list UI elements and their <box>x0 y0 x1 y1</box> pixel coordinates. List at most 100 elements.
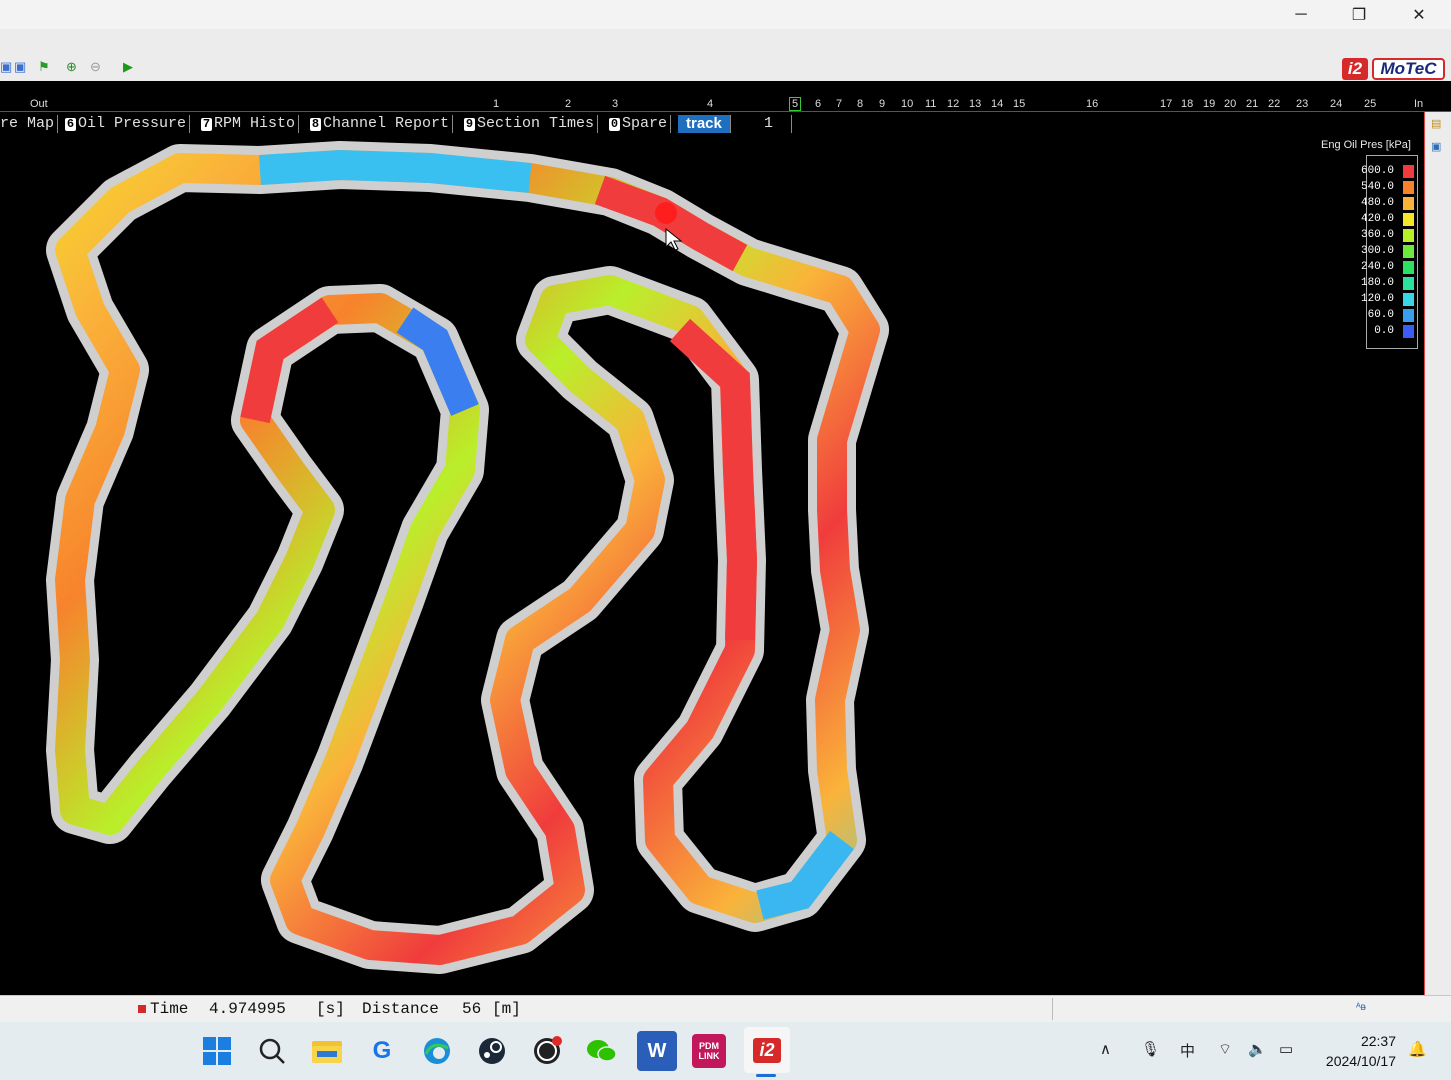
tab-section-times[interactable]: 9 Section Times <box>464 115 599 133</box>
ruler-in-label: In <box>1414 98 1424 110</box>
tab-number: 8 <box>310 117 321 131</box>
battery-icon[interactable]: ▭ <box>1279 1040 1293 1058</box>
ruler-marker: 3 <box>612 98 619 110</box>
obs-logo-icon <box>534 1036 562 1064</box>
legend-label: 540.0 <box>1360 181 1394 193</box>
start-icon[interactable] <box>197 1031 237 1071</box>
pdm-link-icon[interactable]: PDM LINK <box>692 1034 726 1068</box>
legend-swatch <box>1403 197 1414 210</box>
tab-channel-report[interactable]: 8 Channel Report <box>310 115 454 133</box>
chevron-up-icon[interactable]: ∧ <box>1100 1040 1111 1058</box>
zoom-out-icon[interactable]: ⊖ <box>90 59 101 75</box>
edge-icon[interactable] <box>417 1031 457 1071</box>
ime-indicator[interactable]: 中 <box>1180 1040 1195 1061</box>
legend-label: 360.0 <box>1360 229 1394 241</box>
distance-unit: [m] <box>492 1000 521 1018</box>
toolbar-divider <box>0 81 1451 97</box>
clock[interactable]: 22:37 2024/10/17 <box>1310 1031 1396 1071</box>
tab-number: 7 <box>201 117 212 131</box>
legend-label: 180.0 <box>1360 277 1394 289</box>
tab-label: Channel Report <box>323 115 450 132</box>
ruler-marker: 7 <box>836 98 843 110</box>
spell-check-icon[interactable]: ᴬᴃ <box>1356 1002 1366 1013</box>
wifi-icon[interactable]: ⌔ <box>1218 1040 1232 1059</box>
car-position-marker[interactable] <box>655 202 677 224</box>
title-bar: ─ ❐ ✕ <box>0 0 1451 29</box>
microphone-icon[interactable]: 🎙 <box>1141 1040 1160 1058</box>
tab-number: 6 <box>65 117 76 131</box>
tab-label: RPM Histo <box>214 115 296 132</box>
ruler-marker: 17 <box>1160 98 1173 110</box>
folder-icon <box>312 1041 342 1063</box>
obs-icon[interactable] <box>527 1031 567 1071</box>
ruler-marker: 4 <box>707 98 714 110</box>
legend-label: 600.0 <box>1360 165 1394 177</box>
ruler-marker: 15 <box>1013 98 1026 110</box>
save-icon[interactable]: ▣ <box>0 59 12 75</box>
filter-icon[interactable]: ⚑ <box>38 59 50 75</box>
wechat-icon[interactable] <box>582 1031 622 1071</box>
legend-label: 420.0 <box>1360 213 1394 225</box>
ruler-marker: 18 <box>1181 98 1194 110</box>
ruler-marker: 1 <box>493 98 500 110</box>
ruler-marker: 19 <box>1203 98 1216 110</box>
play-icon[interactable]: ▶ <box>123 59 133 75</box>
oil-pressure-low-segment <box>259 149 532 193</box>
export-icon[interactable]: ▣ <box>14 59 26 75</box>
section-ruler[interactable]: Out 1 2 3 4 5 6 7 8 9 10 11 12 13 14 15 … <box>0 97 1451 112</box>
ruler-marker-current: 5 <box>789 97 802 111</box>
minimize-button[interactable]: ─ <box>1278 0 1324 29</box>
search-icon[interactable] <box>252 1031 292 1071</box>
tab-1[interactable]: 1 <box>742 115 792 133</box>
legend-swatch <box>1403 181 1414 194</box>
worksheet-tabs: re Map 6 Oil Pressure 7 RPM Histo 8 Channel… <box>0 112 1424 134</box>
zoom-in-icon[interactable]: ⊕ <box>66 59 77 75</box>
edge-logo-icon <box>424 1038 450 1064</box>
tab-spare[interactable]: 0 Spare <box>609 115 672 133</box>
windows-logo-icon <box>203 1037 231 1065</box>
oil-pressure-high-segment <box>669 318 758 641</box>
ruler-marker: 2 <box>565 98 572 110</box>
i2-app-label: i2 <box>753 1037 781 1063</box>
i2-app-icon[interactable]: i2 <box>744 1027 790 1073</box>
volume-icon[interactable]: 🔈 <box>1248 1040 1267 1058</box>
restore-button[interactable]: ❐ <box>1336 0 1382 29</box>
toolbar: ▣ ▣ ⚑ ⊕ ⊖ ▶ 1x ⌄ i2 MoTeC <box>0 29 1451 104</box>
ruler-marker: 8 <box>857 98 864 110</box>
ruler-marker: 14 <box>991 98 1004 110</box>
tab-number: 0 <box>609 117 620 131</box>
tab-label: re Map <box>0 115 55 132</box>
ruler-marker: 22 <box>1268 98 1281 110</box>
time-marker-icon <box>138 1005 146 1013</box>
notification-icon[interactable]: 🔔 <box>1408 1040 1427 1058</box>
active-app-indicator <box>756 1074 776 1077</box>
legend-label: 480.0 <box>1360 197 1394 209</box>
legend-label: 120.0 <box>1360 293 1394 305</box>
word-icon[interactable]: W <box>637 1031 677 1071</box>
time-value: 4.974995 <box>209 1000 286 1018</box>
steam-icon[interactable] <box>472 1031 512 1071</box>
properties-icon[interactable]: ▤ <box>1431 117 1445 130</box>
tab-track[interactable]: track <box>678 115 731 133</box>
i2-logo: i2 <box>1342 58 1368 80</box>
clock-time: 22:37 <box>1360 1033 1396 1049</box>
tab-tyre-map[interactable]: re Map <box>0 115 59 133</box>
tab-rpm-histo[interactable]: 7 RPM Histo <box>201 115 300 133</box>
ruler-marker: 11 <box>925 98 937 110</box>
legend-swatch <box>1403 229 1414 242</box>
legend-title: Eng Oil Pres [kPa] <box>1321 139 1411 151</box>
time-unit: [s] <box>316 1000 345 1018</box>
track-map-panel[interactable]: Eng Oil Pres [kPa] 600.0 540.0 480.0 420.0 3… <box>0 134 1424 995</box>
file-explorer-icon[interactable] <box>307 1031 347 1071</box>
legend-label: 300.0 <box>1360 245 1394 257</box>
google-icon[interactable]: G <box>362 1031 402 1071</box>
ruler-marker: 16 <box>1086 98 1099 110</box>
ruler-marker: 23 <box>1296 98 1309 110</box>
tab-oil-pressure[interactable]: 6 Oil Pressure <box>65 115 191 133</box>
ruler-marker: 21 <box>1246 98 1259 110</box>
panel-icon[interactable]: ▣ <box>1431 140 1445 153</box>
taskbar: G W PDM LINK i2 ∧ 🎙 中 ⌔ 🔈 ▭ 22:37 2024/1… <box>0 1022 1451 1080</box>
track-map[interactable] <box>0 134 1424 995</box>
ruler-marker: 12 <box>947 98 960 110</box>
close-button[interactable]: ✕ <box>1396 0 1442 29</box>
